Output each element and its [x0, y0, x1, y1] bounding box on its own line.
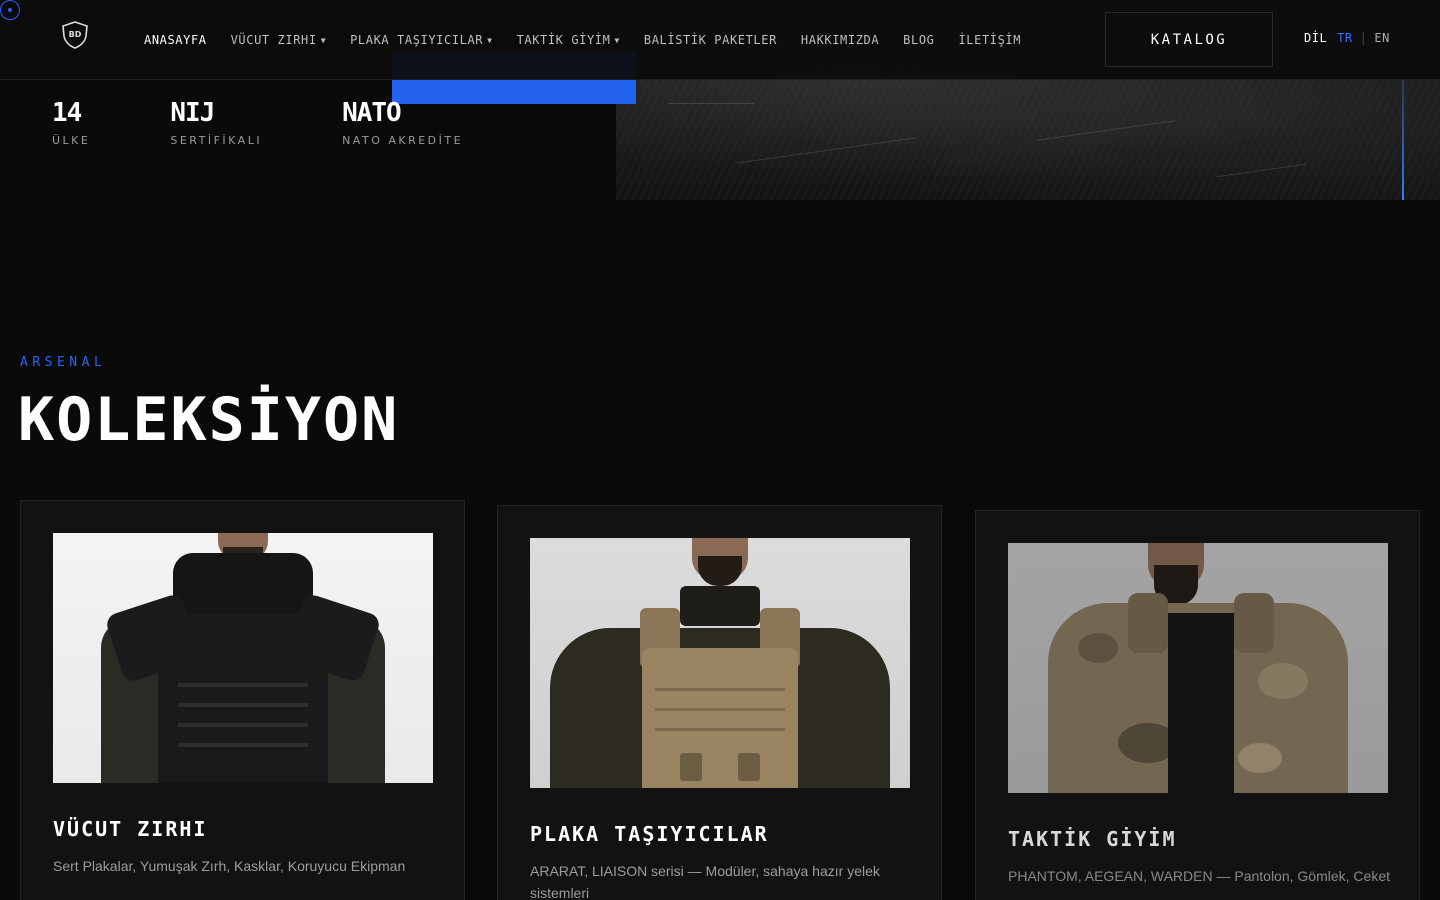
menu-item-label: VÜCUT ZIRHI	[230, 33, 317, 47]
chevron-down-icon: ▼	[487, 35, 493, 45]
card-description: PHANTOM, AEGEAN, WARDEN — Pantolon, Göml…	[1008, 868, 1390, 884]
stat-item: NATO NATO AKREDİTE	[342, 98, 463, 147]
main-menu: ANASAYFA VÜCUT ZIRHI ▼ PLAKA TAŞIYICILAR ▼…	[144, 33, 1045, 47]
stat-value: NATO	[342, 98, 402, 128]
menu-item-label: PLAKA TAŞIYICILAR	[350, 33, 484, 47]
card-title: TAKTİK GİYİM	[1008, 827, 1177, 851]
product-image-tactical-jacket	[1008, 543, 1388, 793]
menu-item-iletisim[interactable]: İLETİŞİM	[958, 33, 1021, 47]
lang-option-tr[interactable]: TR	[1337, 31, 1352, 45]
card-title: PLAKA TAŞIYICILAR	[530, 822, 769, 846]
stat-label: NATO AKREDİTE	[342, 134, 464, 147]
section-title: KOLEKSİYON	[18, 385, 400, 455]
menu-item-label: BALİSTİK PAKETLER	[643, 33, 777, 47]
stat-label: ÜLKE	[52, 134, 91, 147]
collection-card-vucut-zirhi[interactable]: VÜCUT ZIRHI Sert Plakalar, Yumuşak Zırh,…	[20, 500, 465, 900]
menu-item-anasayfa[interactable]: ANASAYFA	[144, 33, 207, 47]
card-description: Sert Plakalar, Yumuşak Zırh, Kasklar, Ko…	[53, 858, 406, 874]
collection-card-plaka-tasiyicilar[interactable]: PLAKA TAŞIYICILAR ARARAT, LIAISON serisi…	[497, 505, 942, 900]
menu-item-label: HAKKIMIZDA	[800, 33, 880, 47]
top-navigation: BD ANASAYFA VÜCUT ZIRHI ▼ PLAKA TAŞIYICIL…	[0, 0, 1440, 80]
lang-option-en[interactable]: EN	[1374, 31, 1389, 45]
language-label: DİL	[1304, 31, 1328, 45]
section-eyebrow: ARSENAL	[20, 355, 107, 370]
menu-item-label: BLOG	[903, 33, 935, 47]
menu-item-balistik-paketler[interactable]: BALİSTİK PAKETLER	[644, 33, 777, 47]
menu-item-label: TAKTİK GİYİM	[516, 33, 611, 47]
product-image-plate-carrier	[530, 538, 910, 788]
chevron-down-icon: ▼	[320, 35, 327, 45]
logo-text: BD	[69, 30, 82, 39]
shield-logo-icon: BD	[62, 21, 88, 49]
stat-label: SERTİFİKALI	[170, 134, 263, 147]
chevron-down-icon: ▼	[614, 35, 620, 45]
menu-item-label: ANASAYFA	[144, 33, 207, 47]
product-image-body-armor	[53, 533, 433, 783]
cursor-indicator-icon	[0, 0, 20, 20]
menu-item-blog[interactable]: BLOG	[903, 33, 934, 47]
collection-card-taktik-giyim[interactable]: TAKTİK GİYİM PHANTOM, AEGEAN, WARDEN — P…	[975, 510, 1420, 900]
stat-value: 14	[52, 98, 82, 128]
stat-item: 14 ÜLKE	[52, 98, 90, 147]
lang-divider: |	[1359, 31, 1368, 45]
stat-value: NIJ	[170, 98, 215, 128]
katalog-button[interactable]: KATALOG	[1105, 12, 1273, 67]
hero-stats: 14 ÜLKE NIJ SERTİFİKALI NATO NATO AKREDİ…	[52, 98, 543, 147]
menu-item-hakkimizda[interactable]: HAKKIMIZDA	[801, 33, 879, 47]
stat-item: NIJ SERTİFİKALI	[170, 98, 262, 147]
menu-item-taktik-giyim[interactable]: TAKTİK GİYİM ▼	[517, 33, 620, 47]
menu-item-label: İLETİŞİM	[958, 33, 1022, 47]
menu-item-vucut-zirhi[interactable]: VÜCUT ZIRHI ▼	[231, 33, 327, 47]
language-switcher: DİL TR | EN	[1304, 31, 1390, 45]
menu-item-plaka-tasiyicilar[interactable]: PLAKA TAŞIYICILAR ▼	[350, 33, 492, 47]
brand-logo[interactable]: BD	[58, 18, 92, 52]
card-title: VÜCUT ZIRHI	[53, 817, 208, 841]
card-description: ARARAT, LIAISON serisi — Modüler, sahaya…	[530, 863, 880, 900]
